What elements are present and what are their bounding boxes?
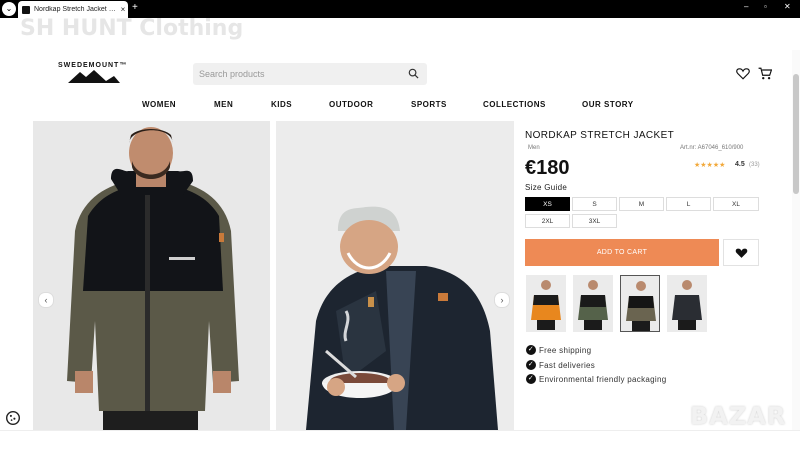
nav-item-men[interactable]: MEN xyxy=(214,100,233,109)
check-icon: ✓ xyxy=(526,374,536,384)
product-price: €180 xyxy=(525,157,570,179)
size-option-m[interactable]: M xyxy=(619,197,664,211)
rating-stars-icon[interactable]: ★★★★★ xyxy=(694,161,725,169)
nav-item-our-story[interactable]: OUR STORY xyxy=(582,100,634,109)
feature-label: Fast deliveries xyxy=(539,360,596,370)
close-window-button[interactable]: ✕ xyxy=(784,2,791,11)
mountain-logo-icon xyxy=(68,70,120,83)
nav-item-women[interactable]: WOMEN xyxy=(142,100,176,109)
search-input[interactable] xyxy=(193,63,405,85)
feature-label: Free shipping xyxy=(539,345,592,355)
thumbnail-black[interactable] xyxy=(667,275,707,332)
wishlist-button[interactable] xyxy=(723,239,759,266)
product-gallery: ‹ › xyxy=(33,121,514,430)
tab-favicon-icon xyxy=(22,5,30,14)
new-tab-button[interactable]: + xyxy=(132,2,138,13)
main-navigation: WOMEN MEN KIDS OUTDOOR SPORTS COLLECTION… xyxy=(0,100,800,112)
watermark-text: SH HUNT Clothing xyxy=(20,16,244,41)
review-count[interactable]: (33) xyxy=(749,162,760,168)
nav-item-kids[interactable]: KIDS xyxy=(271,100,292,109)
add-to-cart-button[interactable]: ADD TO CART xyxy=(525,239,719,266)
size-option-l[interactable]: L xyxy=(666,197,711,211)
product-category: Men xyxy=(528,145,540,151)
rating-value: 4.5 xyxy=(735,161,745,168)
feature-fast-deliveries: ✓ Fast deliveries xyxy=(526,360,595,370)
thumbnail-image xyxy=(526,275,566,332)
jacket-model-image xyxy=(33,121,270,430)
thumbnail-olive[interactable] xyxy=(620,275,660,332)
size-option-s[interactable]: S xyxy=(572,197,617,211)
logo-text: SWEDEMOUNT™ xyxy=(58,62,128,69)
nav-item-collections[interactable]: COLLECTIONS xyxy=(483,100,546,109)
thumbnail-image xyxy=(621,276,659,331)
browser-menu-icon[interactable]: ⌄ xyxy=(2,2,16,16)
check-icon: ✓ xyxy=(526,360,536,370)
thumbnail-image xyxy=(667,275,707,332)
nav-item-sports[interactable]: SPORTS xyxy=(411,100,447,109)
size-option-xl[interactable]: XL xyxy=(713,197,759,211)
minimize-button[interactable]: – xyxy=(744,2,748,11)
size-option-2xl[interactable]: 2XL xyxy=(525,214,570,228)
heart-icon xyxy=(735,248,747,258)
tab-close-icon[interactable]: × xyxy=(118,5,128,14)
search-icon[interactable] xyxy=(408,68,419,79)
lifestyle-image xyxy=(276,121,514,430)
size-guide-link[interactable]: Size Guide xyxy=(525,183,567,192)
page-bottom-edge xyxy=(0,430,800,451)
size-option-3xl[interactable]: 3XL xyxy=(572,214,617,228)
maximize-button[interactable]: ▫ xyxy=(764,2,767,11)
feature-eco-packaging: ✓ Environmental friendly packaging xyxy=(526,374,666,384)
gallery-next-button[interactable]: › xyxy=(494,292,510,308)
article-number: Art.nr: A67046_610/900 xyxy=(680,145,744,151)
scrollbar-thumb[interactable] xyxy=(793,74,799,194)
tab-title: Nordkap Stretch Jacket - Dani... xyxy=(34,6,118,13)
thumbnail-green[interactable] xyxy=(573,275,613,332)
thumbnail-image xyxy=(573,275,613,332)
cart-icon[interactable] xyxy=(758,67,772,80)
size-option-xs[interactable]: XS xyxy=(525,197,570,211)
thumbnail-orange[interactable] xyxy=(526,275,566,332)
product-photo-lifestyle xyxy=(276,121,514,430)
feature-free-shipping: ✓ Free shipping xyxy=(526,345,591,355)
brand-logo[interactable]: SWEDEMOUNT™ xyxy=(58,62,138,88)
gallery-prev-button[interactable]: ‹ xyxy=(38,292,54,308)
nav-item-outdoor[interactable]: OUTDOOR xyxy=(329,100,373,109)
product-photo-model xyxy=(33,121,270,430)
cookie-settings-icon[interactable] xyxy=(6,411,20,425)
search-bar[interactable] xyxy=(193,63,427,85)
product-name: NORDKAP STRETCH JACKET xyxy=(525,130,675,141)
check-icon: ✓ xyxy=(526,345,536,355)
page-scrollbar[interactable] xyxy=(792,50,800,430)
feature-label: Environmental friendly packaging xyxy=(539,374,667,384)
heart-icon[interactable] xyxy=(736,67,750,80)
bazar-watermark: BAZAR xyxy=(690,402,787,430)
